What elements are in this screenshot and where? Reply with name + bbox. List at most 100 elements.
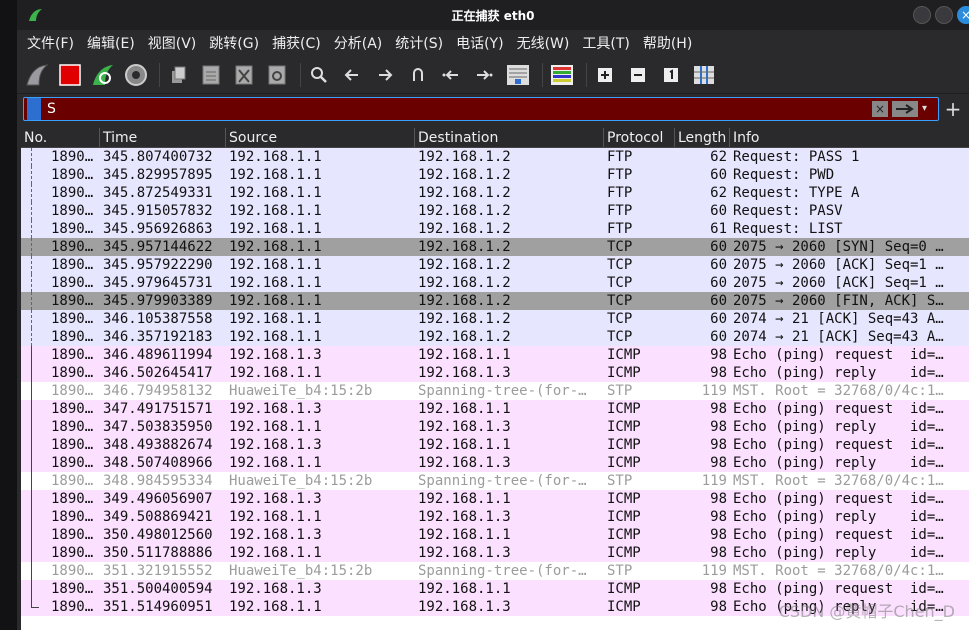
table-row[interactable]: 1890… 346.502645417 192.168.1.1 192.168.1.3… — [21, 364, 969, 382]
table-row[interactable]: 1890… 345.979903389 192.168.1.1 192.168.1.2… — [21, 292, 969, 310]
packet-destination: 192.168.1.1 — [418, 437, 511, 453]
first-packet-button[interactable] — [437, 61, 465, 89]
clear-filter-icon[interactable]: × — [872, 101, 888, 117]
window-title: 正在捕获 eth0 — [451, 9, 535, 23]
filter-bookmark-icon[interactable] — [27, 98, 41, 120]
autoscroll-button[interactable] — [503, 61, 533, 89]
table-row[interactable]: 1890… 345.915057832 192.168.1.1 192.168.1.2… — [21, 202, 969, 220]
menu-capture[interactable]: 捕获(C) — [272, 33, 321, 53]
save-file-button[interactable] — [197, 61, 225, 89]
packet-time: 346.502645417 — [103, 365, 213, 381]
zoom-in-icon — [598, 67, 612, 82]
packet-info: 2075 → 2060 [FIN, ACK] S… — [733, 293, 944, 309]
last-packet-button[interactable] — [470, 61, 498, 89]
capture-options-button[interactable] — [122, 61, 150, 89]
table-row[interactable]: 1890… 345.957922290 192.168.1.1 192.168.1.2… — [21, 256, 969, 274]
packet-rows: 1890… 345.807400732 192.168.1.1 192.168.1.2… — [21, 148, 969, 616]
go-to-packet-button[interactable] — [404, 61, 432, 89]
filter-dropdown-icon[interactable]: ▾ — [922, 101, 934, 117]
menu-tools[interactable]: 工具(T) — [582, 33, 629, 53]
table-row[interactable]: 1890… 350.498012560 192.168.1.3 192.168.1.1… — [21, 526, 969, 544]
table-row[interactable]: 1890… 345.872549331 192.168.1.1 192.168.1.2… — [21, 184, 969, 202]
conversation-tree-end — [31, 607, 39, 608]
conversation-tree-line — [31, 346, 32, 364]
table-row[interactable]: 1890… 349.508869421 192.168.1.1 192.168.1.3… — [21, 508, 969, 526]
column-header-info[interactable]: Info — [730, 128, 969, 147]
menu-help[interactable]: 帮助(H) — [643, 33, 692, 53]
menu-wireless[interactable]: 无线(W) — [517, 33, 570, 53]
packet-protocol: FTP — [607, 185, 633, 201]
menu-file[interactable]: 文件(F) — [27, 33, 74, 53]
menu-view[interactable]: 视图(V) — [148, 33, 197, 53]
table-row[interactable]: 1890… 346.489611994 192.168.1.3 192.168.1.1… — [21, 346, 969, 364]
packet-length: 98 — [710, 491, 727, 507]
menu-go[interactable]: 跳转(G) — [209, 33, 259, 53]
column-header-time[interactable]: Time — [100, 128, 226, 147]
table-row[interactable]: 1890… 348.507408966 192.168.1.1 192.168.1.3… — [21, 454, 969, 472]
packet-no: 1890… — [21, 328, 100, 346]
packet-time: 351.514960951 — [103, 599, 213, 615]
display-filter-input[interactable] — [47, 99, 872, 119]
main-toolbar — [17, 56, 969, 94]
zoom-out-button[interactable] — [624, 61, 652, 89]
resize-columns-button[interactable] — [690, 61, 718, 89]
reload-file-button[interactable] — [263, 61, 291, 89]
table-row[interactable]: 1890… 346.105387558 192.168.1.1 192.168.1.2… — [21, 310, 969, 328]
maximize-button[interactable] — [935, 6, 953, 24]
table-row[interactable]: 1890… 350.511788886 192.168.1.1 192.168.1.3… — [21, 544, 969, 562]
find-packet-button[interactable] — [305, 61, 333, 89]
packet-no-text: 1890… — [51, 599, 94, 615]
table-row[interactable]: 1890… 345.957144622 192.168.1.1 192.168.1.2… — [21, 238, 969, 256]
packet-time: 348.507408966 — [103, 455, 213, 471]
packet-no-text: 1890… — [51, 185, 94, 201]
table-row[interactable]: 1890… 345.956926863 192.168.1.1 192.168.1.2… — [21, 220, 969, 238]
table-row[interactable]: 1890… 351.321915552 HuaweiTe_b4:15:2b Spann… — [21, 562, 969, 580]
table-row[interactable]: 1890… 345.807400732 192.168.1.1 192.168.1.2… — [21, 148, 969, 166]
packet-no: 1890… — [21, 544, 100, 562]
menu-statistics[interactable]: 统计(S) — [395, 33, 443, 53]
add-filter-button-icon[interactable]: + — [943, 97, 963, 121]
menu-telephony[interactable]: 电话(Y) — [456, 33, 503, 53]
colorize-button[interactable] — [547, 61, 577, 89]
stop-capture-button[interactable] — [56, 61, 84, 89]
table-row[interactable]: 1890… 346.357192183 192.168.1.1 192.168.1.2… — [21, 328, 969, 346]
packet-length: 60 — [710, 293, 727, 309]
packet-destination: 192.168.1.2 — [418, 257, 511, 273]
apply-filter-button[interactable] — [892, 101, 918, 117]
packet-length: 60 — [710, 257, 727, 273]
table-row[interactable]: 1890… 345.979645731 192.168.1.1 192.168.1.2… — [21, 274, 969, 292]
table-row[interactable]: 1890… 345.829957895 192.168.1.1 192.168.1.2… — [21, 166, 969, 184]
packet-time: 346.489611994 — [103, 347, 213, 363]
packet-source: 192.168.1.1 — [229, 185, 322, 201]
packet-protocol: ICMP — [607, 545, 641, 561]
packet-no-text: 1890… — [51, 239, 94, 255]
menu-edit[interactable]: 编辑(E) — [87, 33, 135, 53]
column-header-destination[interactable]: Destination — [415, 128, 604, 147]
normal-size-button[interactable] — [657, 61, 685, 89]
column-header-no[interactable]: No. — [21, 128, 100, 147]
table-row[interactable]: 1890… 348.493882674 192.168.1.3 192.168.1.1… — [21, 436, 969, 454]
packet-protocol: FTP — [607, 203, 633, 219]
go-back-button[interactable] — [338, 61, 366, 89]
column-header-source[interactable]: Source — [226, 128, 415, 147]
minimize-button[interactable] — [913, 6, 931, 24]
go-forward-button[interactable] — [371, 61, 399, 89]
packet-list[interactable]: No. Time Source Destination Protocol Len… — [21, 128, 969, 630]
close-window-button[interactable]: × — [957, 6, 969, 24]
column-header-length[interactable]: Length — [675, 128, 730, 147]
column-header-protocol[interactable]: Protocol — [604, 128, 675, 147]
close-file-button[interactable] — [230, 61, 258, 89]
first-packet-icon — [442, 69, 458, 80]
zoom-in-button[interactable] — [591, 61, 619, 89]
restart-capture-button[interactable] — [89, 61, 117, 89]
table-row[interactable]: 1890… 347.491751571 192.168.1.3 192.168.1.1… — [21, 400, 969, 418]
table-row[interactable]: 1890… 348.984595334 HuaweiTe_b4:15:2b Spann… — [21, 472, 969, 490]
menu-analyze[interactable]: 分析(A) — [334, 33, 383, 53]
start-capture-button[interactable] — [23, 61, 51, 89]
table-row[interactable]: 1890… 347.503835950 192.168.1.1 192.168.1.3… — [21, 418, 969, 436]
table-row[interactable]: 1890… 351.500400594 192.168.1.3 192.168.1.1… — [21, 580, 969, 598]
table-row[interactable]: 1890… 349.496056907 192.168.1.3 192.168.1.1… — [21, 490, 969, 508]
table-row[interactable]: 1890… 346.794958132 HuaweiTe_b4:15:2b Spann… — [21, 382, 969, 400]
open-file-button[interactable] — [164, 61, 192, 89]
packet-time: 351.321915552 — [103, 563, 213, 579]
